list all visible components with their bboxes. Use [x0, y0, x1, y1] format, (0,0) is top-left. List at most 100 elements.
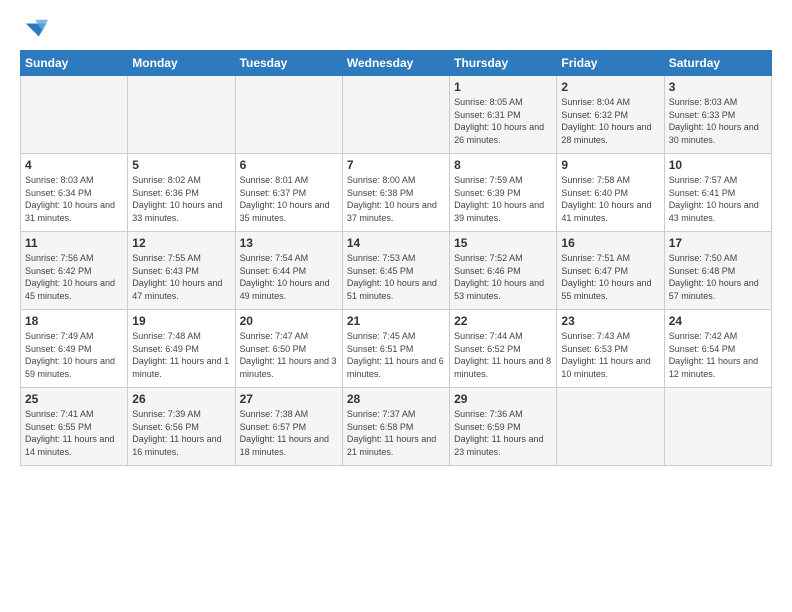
day-cell: 3Sunrise: 8:03 AMSunset: 6:33 PMDaylight…: [664, 76, 771, 154]
page-container: SundayMondayTuesdayWednesdayThursdayFrid…: [0, 0, 792, 476]
day-info: Sunrise: 7:56 AMSunset: 6:42 PMDaylight:…: [25, 252, 123, 302]
day-number: 2: [561, 80, 659, 94]
day-number: 14: [347, 236, 445, 250]
day-cell: 22Sunrise: 7:44 AMSunset: 6:52 PMDayligh…: [450, 310, 557, 388]
day-cell: 11 Sunrise: 7:56 AMSunset: 6:42 PMDayligh…: [21, 232, 128, 310]
day-info: Sunrise: 8:05 AMSunset: 6:31 PMDaylight:…: [454, 96, 552, 146]
day-number: 29: [454, 392, 552, 406]
day-info: Sunrise: 8:03 AMSunset: 6:33 PMDaylight:…: [669, 96, 767, 146]
day-cell: 16 Sunrise: 7:51 AMSunset: 6:47 PMDayligh…: [557, 232, 664, 310]
day-cell: 27 Sunrise: 7:38 AMSunset: 6:57 PMDayligh…: [235, 388, 342, 466]
day-number: 5: [132, 158, 230, 172]
day-cell: 14 Sunrise: 7:53 AMSunset: 6:45 PMDayligh…: [342, 232, 449, 310]
day-number: 21: [347, 314, 445, 328]
header-cell-sunday: Sunday: [21, 51, 128, 76]
day-cell: [128, 76, 235, 154]
day-cell: 9 Sunrise: 7:58 AMSunset: 6:40 PMDaylight…: [557, 154, 664, 232]
day-number: 7: [347, 158, 445, 172]
day-info: Sunrise: 8:00 AMSunset: 6:38 PMDaylight:…: [347, 174, 445, 224]
day-cell: 10 Sunrise: 7:57 AMSunset: 6:41 PMDayligh…: [664, 154, 771, 232]
logo: [20, 16, 50, 40]
day-cell: [342, 76, 449, 154]
day-number: 24: [669, 314, 767, 328]
day-cell: 21 Sunrise: 7:45 AMSunset: 6:51 PMDayligh…: [342, 310, 449, 388]
day-cell: 15Sunrise: 7:52 AMSunset: 6:46 PMDayligh…: [450, 232, 557, 310]
header-cell-saturday: Saturday: [664, 51, 771, 76]
day-info: Sunrise: 8:04 AMSunset: 6:32 PMDaylight:…: [561, 96, 659, 146]
week-row-1: 1Sunrise: 8:05 AMSunset: 6:31 PMDaylight…: [21, 76, 772, 154]
day-info: Sunrise: 8:02 AMSunset: 6:36 PMDaylight:…: [132, 174, 230, 224]
day-cell: 29 Sunrise: 7:36 AMSunset: 6:59 PMDayligh…: [450, 388, 557, 466]
day-info: Sunrise: 7:45 AMSunset: 6:51 PMDaylight:…: [347, 330, 445, 380]
day-info: Sunrise: 7:52 AMSunset: 6:46 PMDaylight:…: [454, 252, 552, 302]
day-number: 22: [454, 314, 552, 328]
day-info: Sunrise: 7:53 AMSunset: 6:45 PMDaylight:…: [347, 252, 445, 302]
day-info: Sunrise: 7:59 AMSunset: 6:39 PMDaylight:…: [454, 174, 552, 224]
day-number: 10: [669, 158, 767, 172]
day-cell: [21, 76, 128, 154]
day-cell: 20 Sunrise: 7:47 AMSunset: 6:50 PMDayligh…: [235, 310, 342, 388]
day-cell: 5 Sunrise: 8:02 AMSunset: 6:36 PMDaylight…: [128, 154, 235, 232]
day-cell: 23 Sunrise: 7:43 AMSunset: 6:53 PMDayligh…: [557, 310, 664, 388]
day-cell: 26 Sunrise: 7:39 AMSunset: 6:56 PMDayligh…: [128, 388, 235, 466]
day-info: Sunrise: 7:38 AMSunset: 6:57 PMDaylight:…: [240, 408, 338, 458]
day-number: 26: [132, 392, 230, 406]
day-number: 17: [669, 236, 767, 250]
header-cell-friday: Friday: [557, 51, 664, 76]
day-info: Sunrise: 7:36 AMSunset: 6:59 PMDaylight:…: [454, 408, 552, 458]
day-info: Sunrise: 7:43 AMSunset: 6:53 PMDaylight:…: [561, 330, 659, 380]
header: [20, 16, 772, 40]
day-info: Sunrise: 7:57 AMSunset: 6:41 PMDaylight:…: [669, 174, 767, 224]
day-number: 18: [25, 314, 123, 328]
day-number: 23: [561, 314, 659, 328]
day-number: 8: [454, 158, 552, 172]
day-number: 11: [25, 236, 123, 250]
header-cell-wednesday: Wednesday: [342, 51, 449, 76]
day-number: 19: [132, 314, 230, 328]
header-cell-monday: Monday: [128, 51, 235, 76]
day-cell: 17 Sunrise: 7:50 AMSunset: 6:48 PMDayligh…: [664, 232, 771, 310]
day-info: Sunrise: 7:58 AMSunset: 6:40 PMDaylight:…: [561, 174, 659, 224]
day-number: 6: [240, 158, 338, 172]
day-info: Sunrise: 7:48 AMSunset: 6:49 PMDaylight:…: [132, 330, 230, 380]
day-cell: 13 Sunrise: 7:54 AMSunset: 6:44 PMDayligh…: [235, 232, 342, 310]
header-row: SundayMondayTuesdayWednesdayThursdayFrid…: [21, 51, 772, 76]
week-row-5: 25Sunrise: 7:41 AMSunset: 6:55 PMDayligh…: [21, 388, 772, 466]
day-number: 28: [347, 392, 445, 406]
day-info: Sunrise: 7:41 AMSunset: 6:55 PMDaylight:…: [25, 408, 123, 458]
day-cell: 7 Sunrise: 8:00 AMSunset: 6:38 PMDaylight…: [342, 154, 449, 232]
day-cell: 18 Sunrise: 7:49 AMSunset: 6:49 PMDayligh…: [21, 310, 128, 388]
day-cell: [557, 388, 664, 466]
day-info: Sunrise: 7:55 AMSunset: 6:43 PMDaylight:…: [132, 252, 230, 302]
day-info: Sunrise: 7:39 AMSunset: 6:56 PMDaylight:…: [132, 408, 230, 458]
day-number: 13: [240, 236, 338, 250]
day-cell: [235, 76, 342, 154]
day-cell: 12 Sunrise: 7:55 AMSunset: 6:43 PMDayligh…: [128, 232, 235, 310]
day-info: Sunrise: 7:51 AMSunset: 6:47 PMDaylight:…: [561, 252, 659, 302]
day-info: Sunrise: 8:01 AMSunset: 6:37 PMDaylight:…: [240, 174, 338, 224]
day-cell: [664, 388, 771, 466]
day-number: 27: [240, 392, 338, 406]
day-cell: 19 Sunrise: 7:48 AMSunset: 6:49 PMDayligh…: [128, 310, 235, 388]
day-cell: 25Sunrise: 7:41 AMSunset: 6:55 PMDayligh…: [21, 388, 128, 466]
day-info: Sunrise: 7:47 AMSunset: 6:50 PMDaylight:…: [240, 330, 338, 380]
day-number: 9: [561, 158, 659, 172]
day-cell: 6 Sunrise: 8:01 AMSunset: 6:37 PMDaylight…: [235, 154, 342, 232]
logo-icon: [22, 16, 50, 44]
day-info: Sunrise: 7:37 AMSunset: 6:58 PMDaylight:…: [347, 408, 445, 458]
day-info: Sunrise: 7:42 AMSunset: 6:54 PMDaylight:…: [669, 330, 767, 380]
day-number: 4: [25, 158, 123, 172]
header-cell-tuesday: Tuesday: [235, 51, 342, 76]
day-number: 20: [240, 314, 338, 328]
header-cell-thursday: Thursday: [450, 51, 557, 76]
day-info: Sunrise: 7:54 AMSunset: 6:44 PMDaylight:…: [240, 252, 338, 302]
calendar-table: SundayMondayTuesdayWednesdayThursdayFrid…: [20, 50, 772, 466]
day-info: Sunrise: 7:50 AMSunset: 6:48 PMDaylight:…: [669, 252, 767, 302]
day-number: 12: [132, 236, 230, 250]
day-info: Sunrise: 7:49 AMSunset: 6:49 PMDaylight:…: [25, 330, 123, 380]
day-number: 16: [561, 236, 659, 250]
week-row-3: 11 Sunrise: 7:56 AMSunset: 6:42 PMDayligh…: [21, 232, 772, 310]
day-cell: 4Sunrise: 8:03 AMSunset: 6:34 PMDaylight…: [21, 154, 128, 232]
week-row-2: 4Sunrise: 8:03 AMSunset: 6:34 PMDaylight…: [21, 154, 772, 232]
day-cell: 24 Sunrise: 7:42 AMSunset: 6:54 PMDayligh…: [664, 310, 771, 388]
